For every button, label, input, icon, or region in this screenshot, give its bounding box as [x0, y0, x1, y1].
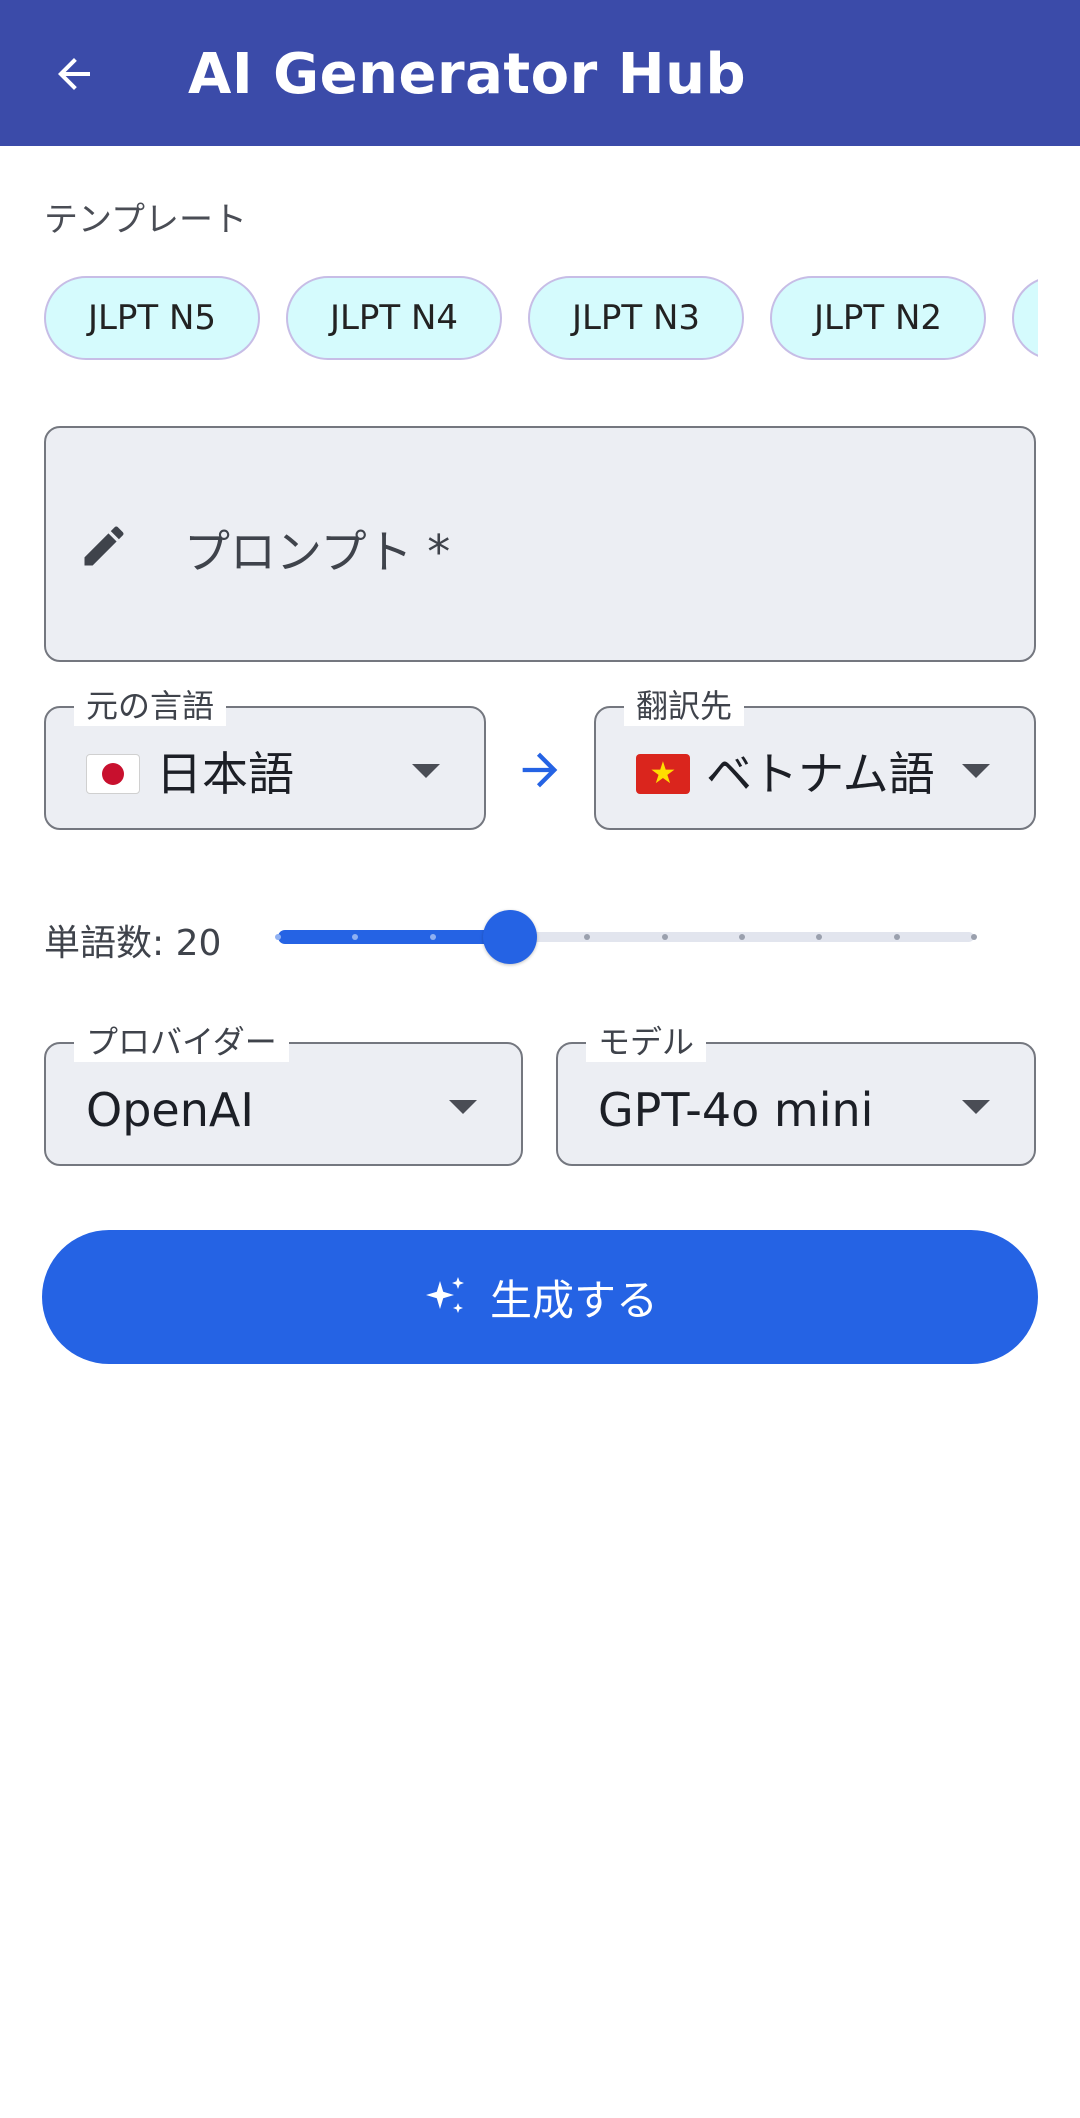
arrow-forward-icon [522, 752, 558, 788]
japan-flag-icon [86, 754, 140, 794]
model-value: GPT-4o mini [598, 1083, 874, 1137]
app-bar: AI Generator Hub [0, 0, 1080, 146]
word-count-slider[interactable] [275, 908, 977, 964]
target-language-value-row: ★ ベトナム語 [636, 746, 935, 802]
template-chip-n4[interactable]: JLPT N4 [286, 276, 502, 360]
slider-tick [662, 934, 668, 940]
provider-legend: プロバイダー [74, 1022, 289, 1062]
generate-button-label: 生成する [489, 1275, 658, 1325]
dropdown-arrow-icon [449, 1100, 477, 1114]
slider-tick [430, 934, 436, 940]
source-language-select[interactable]: 元の言語 日本語 [44, 686, 486, 830]
dropdown-arrow-icon [962, 1100, 990, 1114]
prompt-input[interactable]: プロンプト * [44, 426, 1036, 662]
slider-tick [816, 934, 822, 940]
provider-select[interactable]: プロバイダー OpenAI [44, 1022, 523, 1166]
slider-tick [584, 934, 590, 940]
slider-track-active [278, 930, 510, 944]
template-chip-n2[interactable]: JLPT N2 [770, 276, 986, 360]
templates-label: テンプレート [44, 200, 247, 240]
provider-value: OpenAI [86, 1083, 254, 1137]
template-chip-list[interactable]: JLPT N5 JLPT N4 JLPT N3 JLPT N2 [44, 276, 1038, 366]
template-chip-n5[interactable]: JLPT N5 [44, 276, 260, 360]
vietnam-flag-icon: ★ [636, 754, 690, 794]
slider-tick [352, 934, 358, 940]
app-title: AI Generator Hub [188, 42, 747, 107]
back-button[interactable] [44, 44, 104, 104]
dropdown-arrow-icon [962, 764, 990, 778]
template-chip-n3[interactable]: JLPT N3 [528, 276, 744, 360]
slider-tick [894, 934, 900, 940]
source-language-legend: 元の言語 [74, 686, 227, 726]
template-chip-next[interactable] [1012, 276, 1038, 360]
slider-thumb[interactable] [483, 910, 537, 964]
sparkle-icon [425, 1277, 464, 1313]
prompt-label: プロンプト * [184, 525, 451, 579]
source-language-value-row: 日本語 [86, 746, 294, 802]
target-language-legend: 翻訳先 [624, 686, 745, 726]
target-language-value: ベトナム語 [706, 747, 935, 801]
slider-tick [275, 934, 281, 940]
target-language-select[interactable]: 翻訳先 ★ ベトナム語 [594, 686, 1036, 830]
word-count-label: 単語数: 20 [44, 923, 222, 964]
slider-tick [739, 934, 745, 940]
source-language-value: 日本語 [156, 747, 294, 801]
dropdown-arrow-icon [412, 764, 440, 778]
pencil-icon [84, 526, 124, 566]
slider-tick [971, 934, 977, 940]
model-legend: モデル [586, 1022, 707, 1062]
generate-button[interactable]: 生成する [42, 1230, 1038, 1364]
model-select[interactable]: モデル GPT-4o mini [556, 1022, 1036, 1166]
arrow-back-icon [58, 58, 90, 90]
